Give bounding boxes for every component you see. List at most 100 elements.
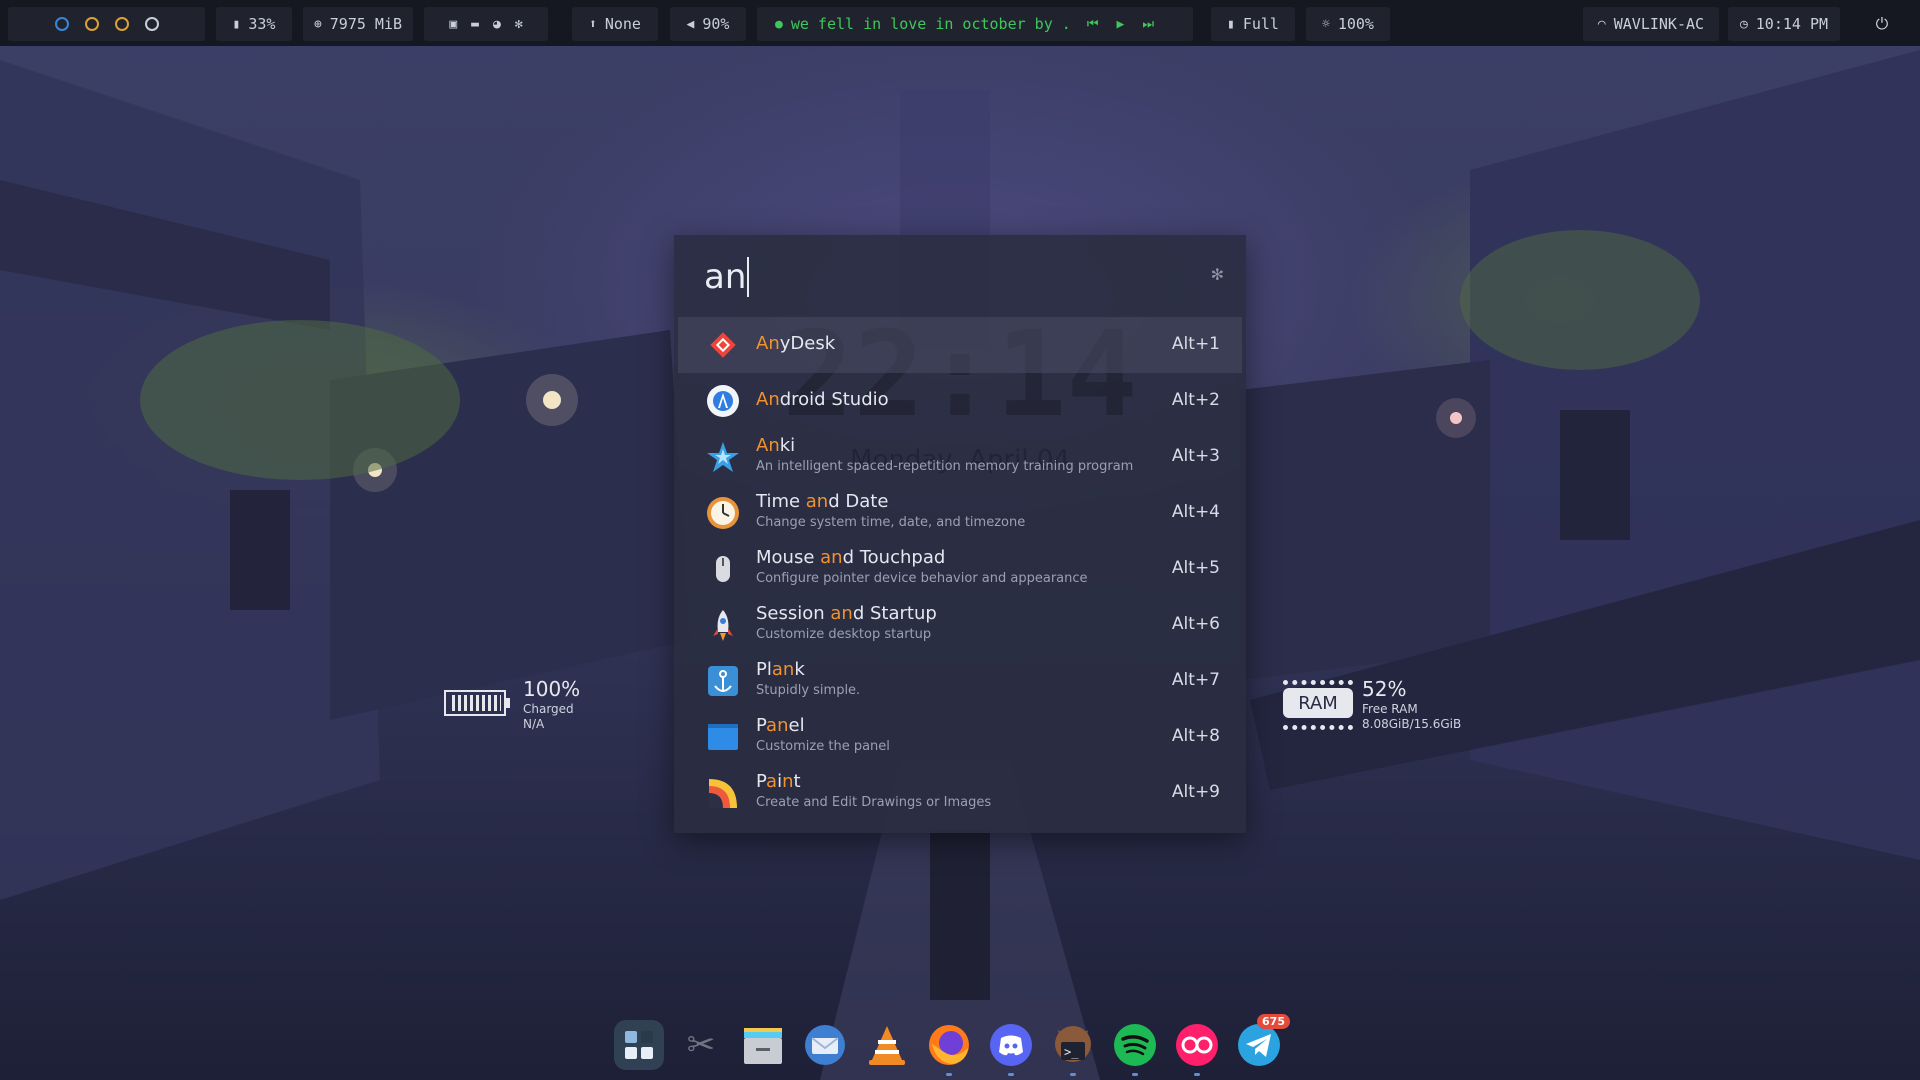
match-highlight: an: [805, 491, 829, 512]
title-text: t: [793, 771, 801, 792]
result-title: Paint: [756, 771, 801, 792]
result-anki[interactable]: Anki An intelligent spaced-repetition mem…: [678, 429, 1242, 485]
result-mouse-and-touchpad[interactable]: Mouse and Touchpad Configure pointer devi…: [678, 541, 1242, 597]
title-text: Session: [756, 603, 831, 624]
ram-widget-label: Free RAM: [1362, 702, 1418, 716]
wifi-name: WAVLINK-AC: [1613, 15, 1705, 33]
wifi-module[interactable]: ◠ WAVLINK-AC: [1583, 7, 1719, 41]
terminal-icon: >_: [1055, 1026, 1091, 1062]
settings-icon[interactable]: ✻: [515, 17, 523, 32]
result-shortcut: Alt+9: [1171, 782, 1220, 802]
dock-screenshot[interactable]: ✂: [676, 1020, 726, 1070]
ram-widget-usage: 8.08GiB/15.6GiB: [1362, 717, 1462, 731]
title-text: Time: [756, 491, 806, 512]
workspace-4[interactable]: [144, 17, 159, 31]
dock-telegram[interactable]: 675: [1234, 1014, 1290, 1070]
brightness-icon: ☼: [1322, 16, 1330, 32]
workspace-2[interactable]: [84, 17, 99, 31]
disk-module[interactable]: ▮ 33%: [216, 7, 292, 41]
play-icon[interactable]: ▶: [1117, 17, 1125, 32]
dock-workspace-switcher[interactable]: [614, 1020, 664, 1070]
result-shortcut: Alt+6: [1171, 614, 1220, 634]
previous-track-icon[interactable]: ⏮: [1087, 17, 1099, 32]
dock-discord[interactable]: [986, 1020, 1036, 1076]
arrow-up-icon: ⬆: [589, 16, 597, 32]
volume-module[interactable]: ◀ 90%: [670, 7, 746, 41]
result-anydesk[interactable]: AnyDesk Alt+1: [678, 317, 1242, 373]
result-shortcut: Alt+8: [1171, 726, 1220, 746]
network-module[interactable]: ⬆ None: [572, 7, 658, 41]
title-text: Pl: [756, 659, 772, 680]
match-highlight: An: [756, 389, 780, 410]
dock-flickr[interactable]: [1172, 1020, 1222, 1076]
match-highlight: An: [756, 435, 780, 456]
dock-spotify[interactable]: [1110, 1020, 1160, 1076]
result-description: Customize desktop startup: [756, 627, 932, 642]
result-session-and-startup[interactable]: Session and Startup Customize desktop sta…: [678, 597, 1242, 653]
ram-chip-icon: RAM: [1283, 680, 1353, 730]
running-indicator: [1008, 1073, 1014, 1076]
result-android-studio[interactable]: Android Studio Alt+2: [678, 373, 1242, 429]
panel-icon: [706, 720, 740, 754]
running-indicator: [1070, 1073, 1076, 1076]
battery-widget-time: N/A: [523, 717, 545, 731]
result-shortcut: Alt+4: [1171, 502, 1220, 522]
brightness-module[interactable]: ☼ 100%: [1306, 7, 1390, 41]
result-time-and-date[interactable]: Time and Date Change system time, date, a…: [678, 485, 1242, 541]
app-launcher: 22:14 Monday, April 04 an ✻ AnyDesk Alt+1…: [674, 235, 1246, 833]
title-text: k: [794, 659, 805, 680]
dock-firefox[interactable]: [924, 1020, 974, 1076]
workspace-3[interactable]: [114, 17, 129, 31]
battery-module[interactable]: ▮ Full: [1211, 7, 1295, 41]
battery-widget-status: Charged: [523, 702, 574, 716]
title-text: yDesk: [779, 333, 836, 354]
result-title: Session and Startup: [756, 603, 937, 624]
result-panel[interactable]: Panel Customize the panel Alt+8: [678, 709, 1242, 765]
disk-icon: ▮: [232, 16, 241, 32]
search-input[interactable]: an: [704, 257, 750, 297]
power-button[interactable]: ⏻: [1856, 7, 1908, 41]
wifi-icon: ◠: [1597, 16, 1606, 32]
folder-icon[interactable]: ▬: [471, 17, 479, 32]
result-shortcut: Alt+2: [1171, 390, 1220, 410]
gear-icon[interactable]: ✻: [1211, 265, 1224, 284]
match-highlight: an: [771, 659, 795, 680]
title-text: Mouse: [756, 547, 821, 568]
result-plank[interactable]: Plank Stupidly simple. Alt+7: [678, 653, 1242, 709]
power-icon: ⏻: [1875, 14, 1889, 33]
dock-vlc[interactable]: [862, 1020, 912, 1070]
match-highlight: an: [766, 715, 789, 736]
workspace-switcher: [8, 7, 205, 41]
battery-widget-value: 100%: [523, 677, 581, 701]
memory-usage: 7975 MiB: [329, 15, 403, 33]
match-highlight: An: [756, 333, 780, 354]
terminal-icon[interactable]: ▣: [449, 17, 457, 32]
firefox-icon[interactable]: ◕: [493, 17, 501, 32]
next-track-icon[interactable]: ⏭: [1142, 17, 1154, 32]
match-highlight: an: [830, 603, 853, 624]
battery-gauge-icon: [444, 690, 506, 716]
dock-thunderbird[interactable]: [800, 1020, 850, 1070]
clock-module[interactable]: ◷ 10:14 PM: [1728, 7, 1840, 41]
dock-file-manager[interactable]: [738, 1020, 788, 1070]
result-shortcut: Alt+3: [1171, 446, 1220, 466]
result-title: Time and Date: [756, 491, 888, 512]
dock-terminal[interactable]: >_: [1048, 1020, 1098, 1076]
network-status: None: [604, 15, 641, 33]
result-paint[interactable]: Paint Create and Edit Drawings or Images A…: [678, 765, 1242, 821]
discord-icon: [990, 1024, 1032, 1066]
spotify-icon: ●: [775, 16, 783, 32]
result-title: Mouse and Touchpad: [756, 547, 945, 568]
workspace-1[interactable]: [54, 17, 69, 31]
search-bar[interactable]: an ✻: [674, 235, 1246, 317]
vlc-icon: [869, 1026, 905, 1065]
title-text: droid Studio: [779, 389, 889, 410]
memory-module[interactable]: ⊕ 7975 MiB: [303, 7, 413, 41]
thunderbird-icon: [805, 1025, 845, 1065]
battery-icon: ▮: [1227, 16, 1235, 32]
match-highlight: a: [766, 771, 778, 792]
result-title: Anki: [756, 435, 795, 456]
unread-badge: 675: [1257, 1014, 1290, 1029]
result-description: Change system time, date, and timezone: [756, 515, 1026, 530]
result-title: Plank: [756, 659, 805, 680]
